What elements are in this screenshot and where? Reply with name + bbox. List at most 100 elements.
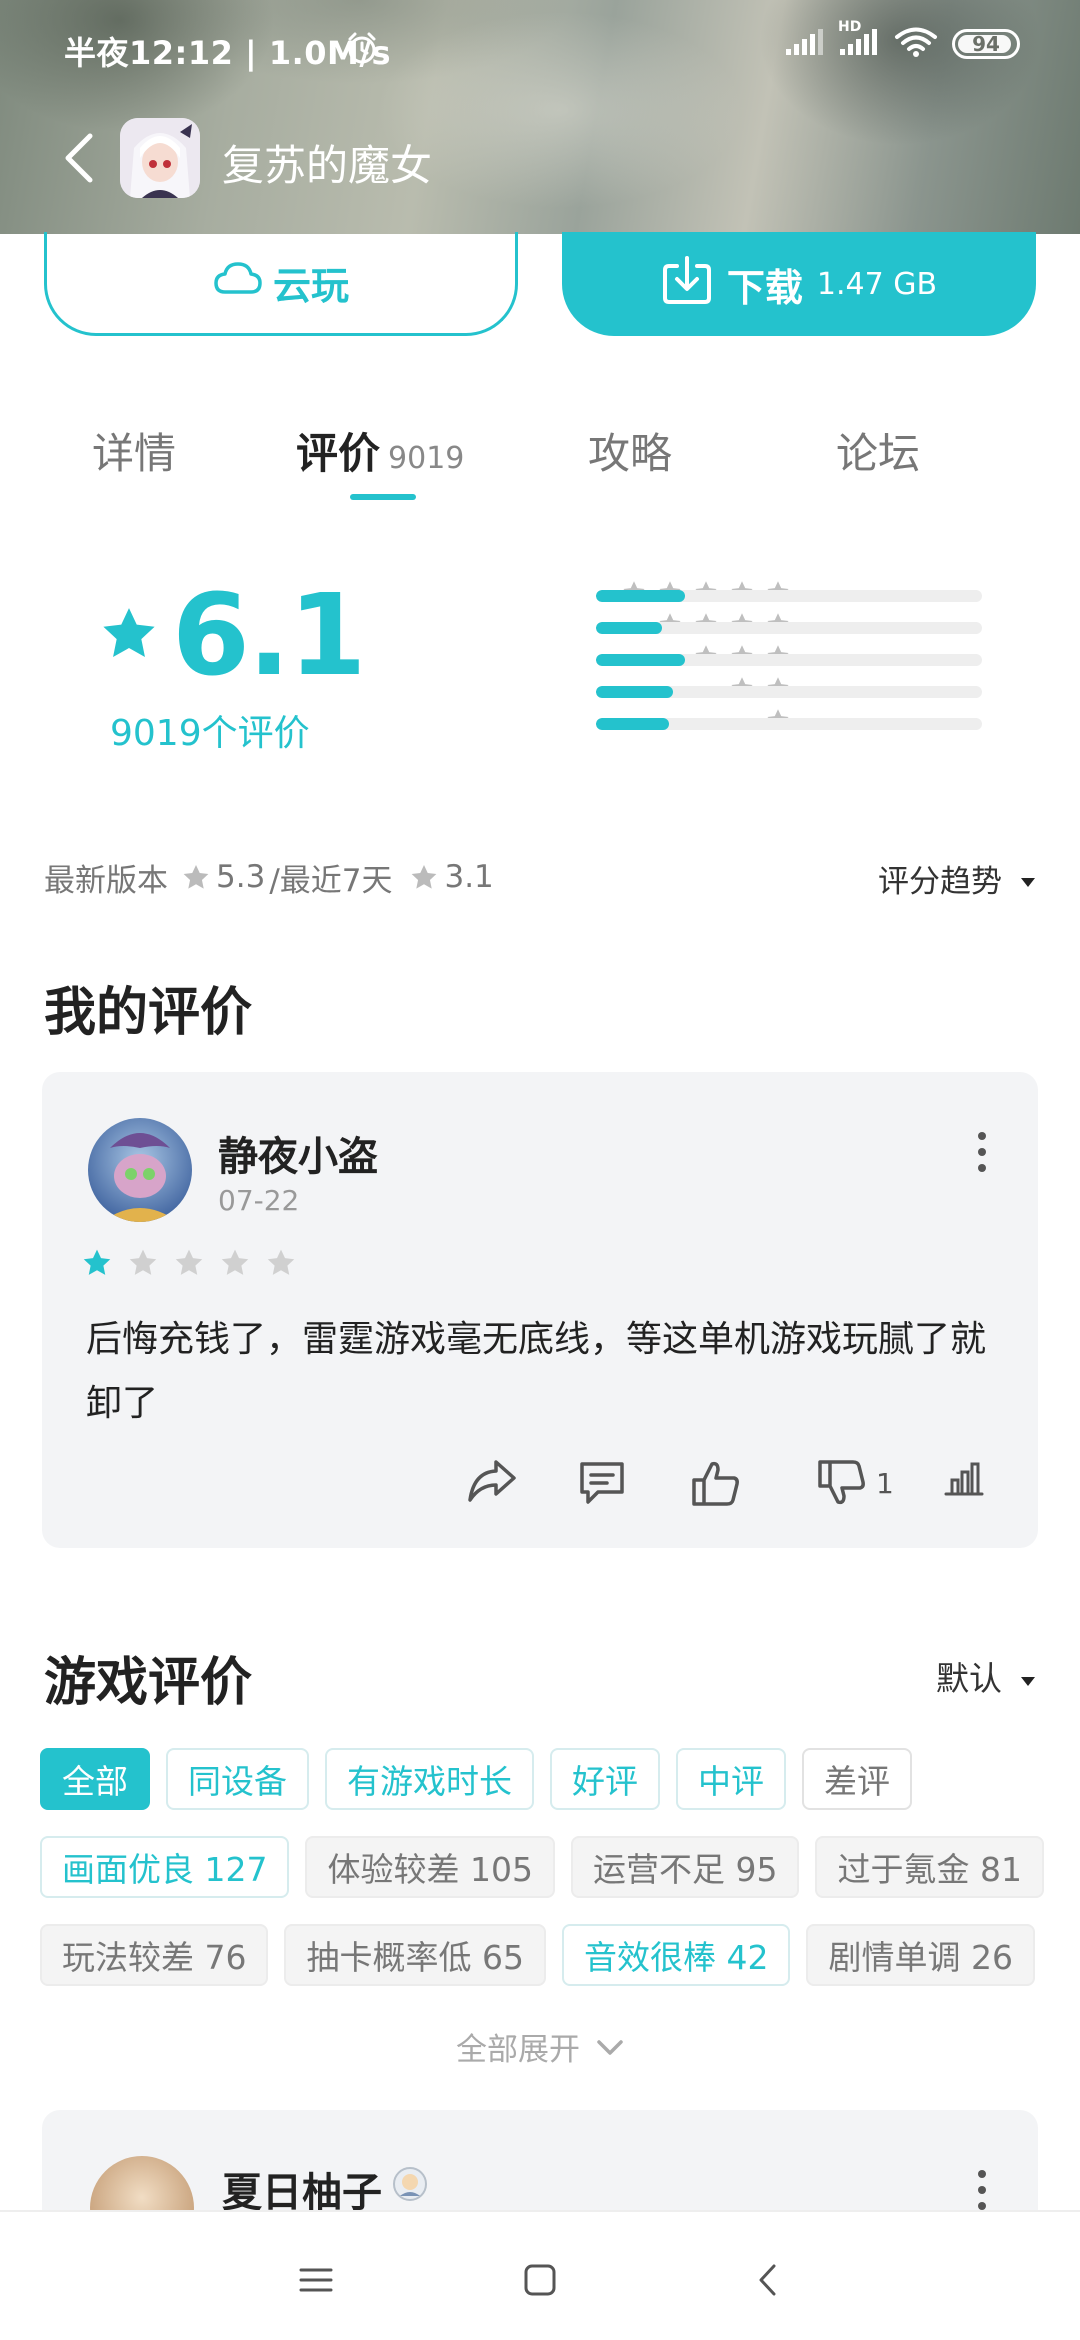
- more-options-icon[interactable]: [972, 1132, 992, 1172]
- back-nav-icon[interactable]: [738, 2250, 798, 2310]
- empty-star-icon: [128, 1248, 158, 1278]
- distribution-row: [400, 676, 1000, 708]
- tab-active-indicator: [350, 494, 416, 500]
- system-navigation-bar: [0, 2210, 1080, 2340]
- small-star-icon: [182, 864, 210, 891]
- review-rating-stars: [82, 1248, 296, 1278]
- download-icon: [661, 254, 713, 315]
- distribution-row: [400, 612, 1000, 644]
- filter-chip[interactable]: 中评: [676, 1748, 786, 1810]
- tab-details-label: 详情: [92, 429, 177, 478]
- filter-chip[interactable]: 画面优良 127: [40, 1836, 290, 1898]
- rating-trend-label: 评分趋势: [878, 864, 1002, 900]
- tab-forum[interactable]: 论坛: [836, 420, 920, 481]
- filter-chip[interactable]: 好评: [550, 1748, 660, 1810]
- filter-row: 全部 同设备 有游戏时长 好评 中评 差评: [40, 1748, 912, 1812]
- review-text: 后悔充钱了，雷霆游戏毫无底线，等这单机游戏玩腻了就卸了: [86, 1319, 987, 1424]
- menu-icon[interactable]: [286, 2250, 346, 2310]
- sort-dropdown[interactable]: 默认: [936, 1652, 1036, 1700]
- tab-bar: 详情 评价 9019 攻略 论坛: [0, 410, 1080, 510]
- triangle-down-icon: [1020, 861, 1036, 897]
- dislike-icon: [816, 1458, 868, 1508]
- wifi-icon: [894, 26, 938, 62]
- filter-chip[interactable]: 过于氪金 81: [815, 1836, 1044, 1898]
- filled-star-icon: [82, 1248, 112, 1278]
- filter-chip[interactable]: 运营不足 95: [570, 1836, 800, 1898]
- filter-chip[interactable]: 体验较差 105: [305, 1836, 555, 1898]
- filter-chip[interactable]: 有游戏时长: [325, 1748, 534, 1810]
- empty-star-icon: [174, 1248, 204, 1278]
- expand-all-button[interactable]: 全部展开: [0, 2024, 1080, 2069]
- filter-chip[interactable]: 抽卡概率低 65: [284, 1924, 546, 1986]
- tab-guides[interactable]: 攻略: [588, 420, 672, 481]
- badge-icon: [390, 2164, 430, 2214]
- hd-label: HD: [838, 19, 862, 35]
- nav-bar: 复苏的魔女: [0, 112, 1080, 202]
- filter-chip[interactable]: 全部: [40, 1748, 150, 1810]
- tab-forum-label: 论坛: [836, 429, 921, 478]
- expand-all-label: 全部展开: [456, 2032, 580, 2068]
- status-bar: 半夜12:12 | 1.0M/s HD 94: [0, 0, 1080, 100]
- triangle-down-icon: [1020, 1657, 1036, 1696]
- filter-row: 玩法较差 76 抽卡概率低 65 音效很棒 42 剧情单调 26: [40, 1924, 1035, 1988]
- recent-score: 3.1: [444, 859, 494, 895]
- recent-label: /最近7天: [269, 862, 393, 899]
- filter-row: 画面优良 127 体验较差 105 运营不足 95 过于氪金 81: [40, 1836, 1044, 1900]
- empty-star-icon: [266, 1248, 296, 1278]
- more-options-icon[interactable]: [972, 2170, 992, 2210]
- app-icon[interactable]: [120, 118, 200, 198]
- distribution-track: [596, 718, 982, 730]
- tab-details[interactable]: 详情: [92, 420, 176, 481]
- review-actions: 1: [42, 1458, 1038, 1528]
- distribution-bar: [596, 622, 662, 634]
- rating-score: 6.1: [100, 571, 366, 701]
- distribution-track: [596, 686, 982, 698]
- cloud-play-button[interactable]: 云玩: [44, 232, 518, 336]
- filter-chip[interactable]: 同设备: [166, 1748, 309, 1810]
- tab-reviews-label: 评价: [296, 429, 381, 478]
- avatar[interactable]: [88, 1118, 192, 1222]
- dislike-count: 1: [876, 1466, 894, 1500]
- like-icon[interactable]: [690, 1458, 742, 1508]
- latest-version-score: 5.3: [216, 859, 266, 895]
- dislike-button[interactable]: 1: [816, 1458, 894, 1508]
- back-icon[interactable]: [60, 128, 100, 188]
- hd-signal-icon: HD: [838, 19, 880, 61]
- filter-chip[interactable]: 差评: [802, 1748, 912, 1810]
- review-username[interactable]: 静夜小盗: [218, 1124, 378, 1182]
- status-time: 半夜12:12 | 1.0M/s: [64, 34, 392, 72]
- header: 半夜12:12 | 1.0M/s HD 94 复苏的魔女: [0, 0, 1080, 234]
- empty-star-icon: [220, 1248, 250, 1278]
- download-label: 下载: [726, 265, 803, 310]
- distribution-track: [596, 590, 982, 602]
- rating-count: 9019个评价: [110, 713, 310, 754]
- stats-icon[interactable]: [942, 1458, 986, 1498]
- tab-reviews[interactable]: 评价 9019: [296, 420, 464, 481]
- share-icon[interactable]: [466, 1458, 518, 1504]
- distribution-row: [400, 708, 1000, 740]
- rating-score-value: 6.1: [172, 571, 366, 701]
- download-button[interactable]: 下载 1.47 GB: [562, 232, 1036, 336]
- distribution-bar: [596, 686, 674, 698]
- filter-chip[interactable]: 剧情单调 26: [806, 1924, 1035, 1986]
- my-review-title: 我的评价: [44, 983, 253, 1043]
- page-title: 复苏的魔女: [222, 141, 433, 190]
- distribution-row: [400, 644, 1000, 676]
- version-rating-row: 最新版本 5.3 /最近7天 3.1 评分趋势: [44, 852, 1036, 902]
- star-icon: [100, 606, 158, 666]
- filter-chip[interactable]: 音效很棒 42: [561, 1924, 791, 1986]
- distribution-row: [400, 580, 1000, 612]
- comment-icon[interactable]: [576, 1458, 628, 1506]
- filter-chip[interactable]: 玩法较差 76: [40, 1924, 269, 1986]
- sort-label: 默认: [936, 1659, 1002, 1698]
- my-review-card: 静夜小盗 07-22 后悔充钱了，雷霆游戏毫无底线，等这单机游戏玩腻了就卸了 1: [42, 1072, 1038, 1548]
- rating-trend-dropdown[interactable]: 评分趋势: [878, 856, 1036, 901]
- home-icon[interactable]: [510, 2250, 570, 2310]
- distribution-bar: [596, 718, 670, 730]
- distribution-track: [596, 654, 982, 666]
- signal-icon: [784, 27, 824, 61]
- cloud-icon: [213, 260, 263, 305]
- chevron-down-icon: [596, 2029, 624, 2065]
- tab-reviews-count: 9019: [388, 441, 465, 476]
- distribution-bar: [596, 654, 685, 666]
